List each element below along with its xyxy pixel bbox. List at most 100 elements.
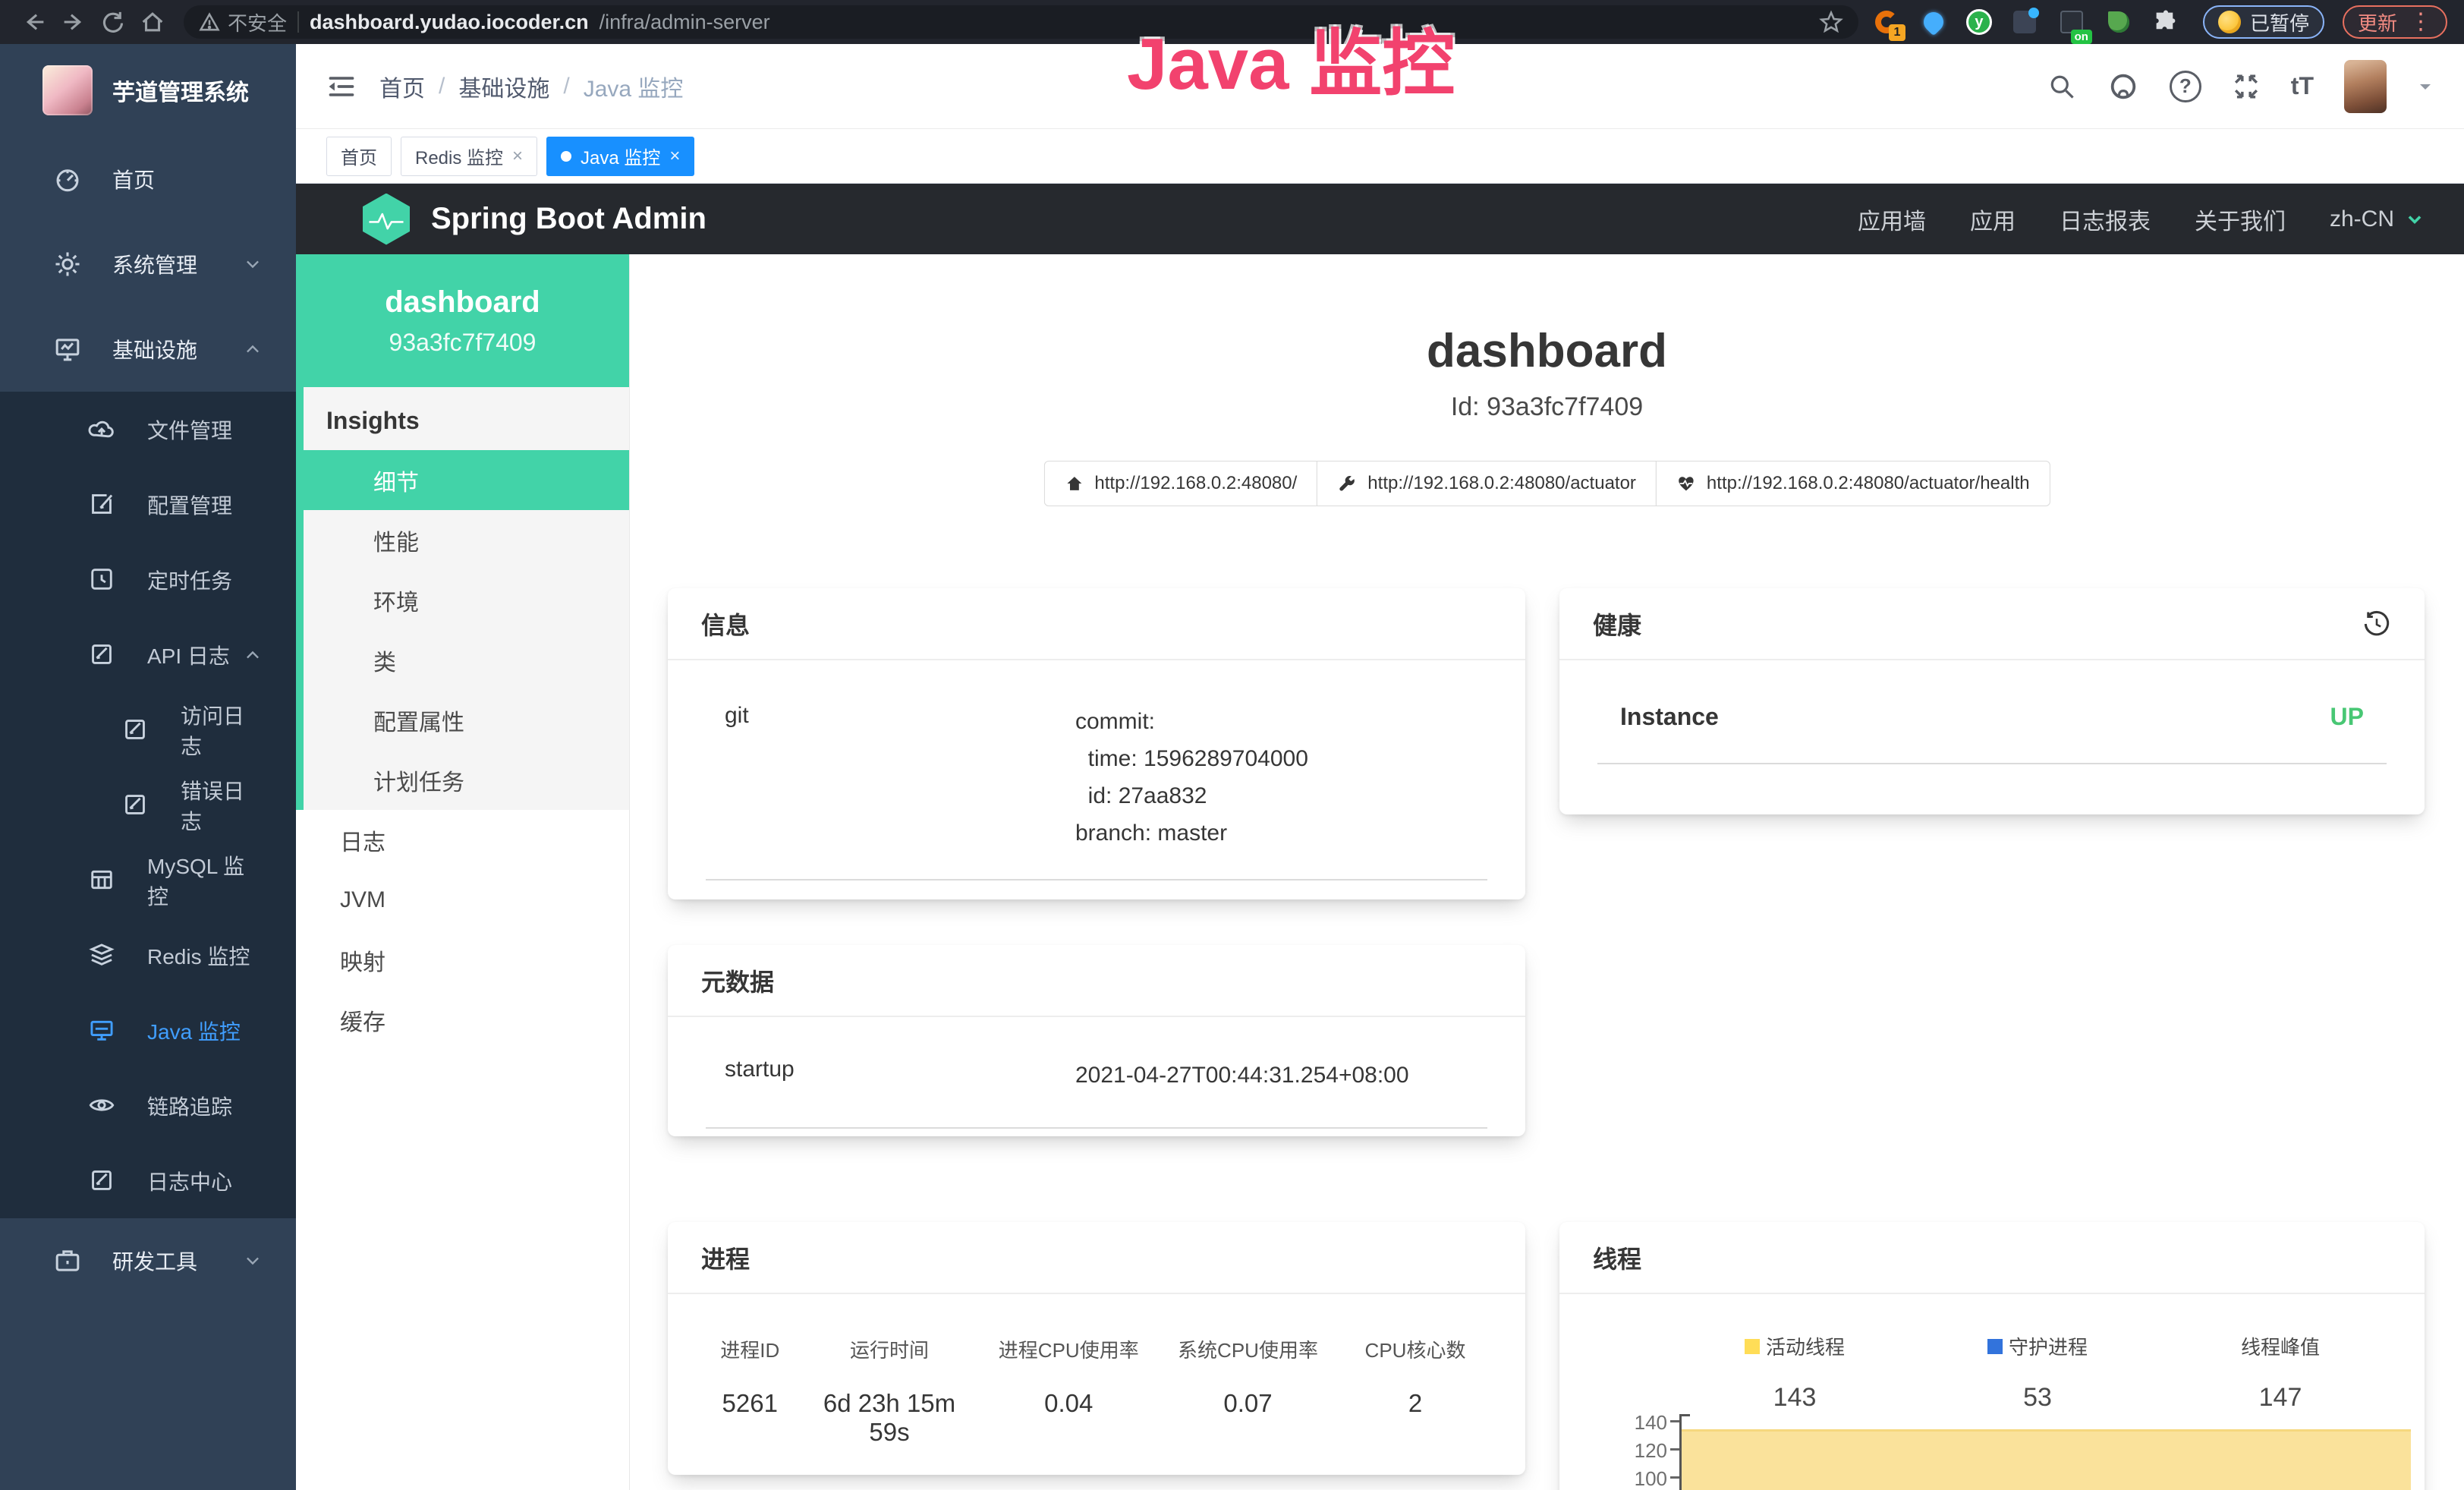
infrastructure-submenu: 文件管理 配置管理 定时任务 <box>0 392 296 1218</box>
doc-edit-icon <box>88 641 117 669</box>
sidebar-item-home[interactable]: 首页 <box>0 137 296 222</box>
health-instance-label: Instance <box>1620 703 1719 731</box>
user-avatar[interactable] <box>2344 60 2387 113</box>
col-header: 运行时间 <box>802 1335 977 1363</box>
sba-language-select[interactable]: zh-CN <box>2330 206 2425 232</box>
sidebar-item-access-log[interactable]: 访问日志 <box>0 692 296 767</box>
health-instance-row: Instance UP <box>1597 660 2387 764</box>
sba-nav: 应用墙 应用 日志报表 关于我们 zh-CN <box>1858 203 2425 236</box>
security-warning[interactable]: 不安全 <box>199 8 287 36</box>
doc-edit-icon <box>121 791 150 820</box>
sba-item-jvm[interactable]: JVM <box>296 870 629 930</box>
sidebar-item-trace[interactable]: 链路追踪 <box>0 1068 296 1143</box>
sba-item-metrics[interactable]: 性能 <box>304 510 629 570</box>
sba-instance-block[interactable]: dashboard 93a3fc7f7409 <box>296 254 629 387</box>
sba-item-label: 性能 <box>373 524 419 557</box>
home-icon[interactable] <box>135 5 170 39</box>
help-icon[interactable]: ? <box>2170 71 2201 102</box>
health-url: http://192.168.0.2:48080/actuator/health <box>1707 473 2030 494</box>
forward-icon[interactable] <box>56 5 91 39</box>
sidebar-item-dev-tools[interactable]: 研发工具 <box>0 1218 296 1303</box>
update-button[interactable]: 更新 ⋮ <box>2343 5 2447 39</box>
sidebar-item-label: 访问日志 <box>181 700 263 761</box>
instance-name: dashboard <box>385 285 540 320</box>
sba-item-details[interactable]: 细节 <box>304 450 629 510</box>
edit-square-icon <box>88 490 117 519</box>
extension-y-icon[interactable]: y <box>1966 9 1992 35</box>
y-tickmark <box>1670 1476 1679 1479</box>
breadcrumb: 首页 / 基础设施 / Java 监控 <box>379 70 683 103</box>
sba-item-environment[interactable]: 环境 <box>304 570 629 630</box>
sidebar-fold-icon[interactable] <box>326 71 357 102</box>
sba-nav-applications[interactable]: 应用 <box>1970 203 2016 236</box>
sba-nav-about[interactable]: 关于我们 <box>2195 203 2286 236</box>
metadata-key: startup <box>725 1057 1075 1094</box>
layers-icon <box>88 941 117 970</box>
extension-grid-icon[interactable] <box>2010 8 2039 36</box>
threads-card-title: 线程 <box>1559 1222 2425 1294</box>
search-icon[interactable] <box>2047 71 2077 102</box>
health-url-button[interactable]: http://192.168.0.2:48080/actuator/health <box>1656 461 2050 506</box>
extension-pin-icon[interactable] <box>1919 8 1948 36</box>
header-actions: ? tT <box>2047 60 2434 113</box>
sidebar-item-file-management[interactable]: 文件管理 <box>0 392 296 467</box>
profile-paused-pill[interactable]: 已暂停 <box>2203 5 2324 39</box>
sidebar-item-infrastructure[interactable]: 基础设施 <box>0 307 296 392</box>
sidebar-item-system[interactable]: 系统管理 <box>0 222 296 307</box>
sidebar-item-redis-monitor[interactable]: Redis 监控 <box>0 918 296 993</box>
sba-item-label: JVM <box>340 887 385 913</box>
extension-leaf-icon[interactable] <box>2104 8 2133 36</box>
screen: 不安全 dashboard.yudao.iocoder.cn/infra/adm… <box>0 0 2464 1490</box>
sidebar-item-error-log[interactable]: 错误日志 <box>0 767 296 843</box>
sba-item-caches[interactable]: 缓存 <box>296 990 629 1050</box>
sba-item-classes[interactable]: 类 <box>304 630 629 690</box>
sba-item-scheduled-tasks[interactable]: 计划任务 <box>304 750 629 810</box>
sidebar-item-api-log[interactable]: API 日志 <box>0 617 296 692</box>
process-table: 进程ID 运行时间 进程CPU使用率 系统CPU使用率 CPU核心数 5261 … <box>698 1335 1495 1447</box>
service-url-button[interactable]: http://192.168.0.2:48080/ <box>1043 461 1317 506</box>
extension-badge: 1 <box>1889 24 1905 41</box>
extensions-puzzle-icon[interactable] <box>2151 8 2180 36</box>
sba-item-mappings[interactable]: 映射 <box>296 930 629 990</box>
sidebar-item-scheduled-jobs[interactable]: 定时任务 <box>0 542 296 617</box>
close-icon[interactable]: × <box>669 147 680 165</box>
bookmark-star-icon[interactable] <box>1819 10 1843 34</box>
tab-java-monitor[interactable]: Java 监控 × <box>546 137 694 176</box>
address-bar[interactable]: 不安全 dashboard.yudao.iocoder.cn/infra/adm… <box>184 5 1858 39</box>
github-icon[interactable] <box>2107 71 2139 102</box>
extension-orange-icon[interactable]: 1 <box>1872 8 1901 36</box>
actuator-url-button[interactable]: http://192.168.0.2:48080/actuator <box>1317 461 1657 506</box>
col-header: 进程ID <box>698 1335 802 1363</box>
font-size-icon[interactable]: tT <box>2291 72 2314 100</box>
sba-title[interactable]: Spring Boot Admin <box>431 202 706 236</box>
metadata-value: 2021-04-27T00:44:31.254+08:00 <box>1075 1057 1409 1094</box>
sidebar-item-java-monitor[interactable]: Java 监控 <box>0 993 296 1068</box>
extension-switch-icon[interactable]: on <box>2057 8 2086 36</box>
sidebar-item-mysql-monitor[interactable]: MySQL 监控 <box>0 843 296 918</box>
breadcrumb-home[interactable]: 首页 <box>379 70 425 103</box>
sidebar-item-config-management[interactable]: 配置管理 <box>0 467 296 542</box>
tab-label: Redis 监控 <box>415 143 503 169</box>
insights-section: Insights 细节 性能 环境 类 配置属性 计划任务 <box>296 387 629 810</box>
sidebar-menu: 首页 系统管理 基础设施 <box>0 137 296 1490</box>
chevron-down-icon <box>243 254 263 274</box>
sidebar-logo-row[interactable]: 芋道管理系统 <box>0 44 296 137</box>
back-icon[interactable] <box>17 5 52 39</box>
avatar-caret-icon[interactable] <box>2417 78 2434 95</box>
history-icon[interactable] <box>2362 610 2391 638</box>
sba-sidebar: dashboard 93a3fc7f7409 Insights 细节 性能 环境… <box>296 254 630 1490</box>
tab-home[interactable]: 首页 <box>326 137 392 176</box>
breadcrumb-infra[interactable]: 基础设施 <box>458 70 549 103</box>
y-tick: 120 <box>1602 1439 1667 1463</box>
browser-menu-icon[interactable]: ⋮ <box>2409 11 2432 33</box>
reload-icon[interactable] <box>96 5 131 39</box>
sidebar-item-log-center[interactable]: 日志中心 <box>0 1143 296 1218</box>
fullscreen-icon[interactable] <box>2232 72 2261 101</box>
tab-redis-monitor[interactable]: Redis 监控 × <box>401 137 537 176</box>
sba-nav-wallboard[interactable]: 应用墙 <box>1858 203 1926 236</box>
sba-nav-journal[interactable]: 日志报表 <box>2060 203 2151 236</box>
sba-item-config-props[interactable]: 配置属性 <box>304 690 629 750</box>
sba-item-logfile[interactable]: 日志 <box>296 810 629 870</box>
close-icon[interactable]: × <box>512 147 523 165</box>
insights-section-title: Insights <box>304 387 629 450</box>
